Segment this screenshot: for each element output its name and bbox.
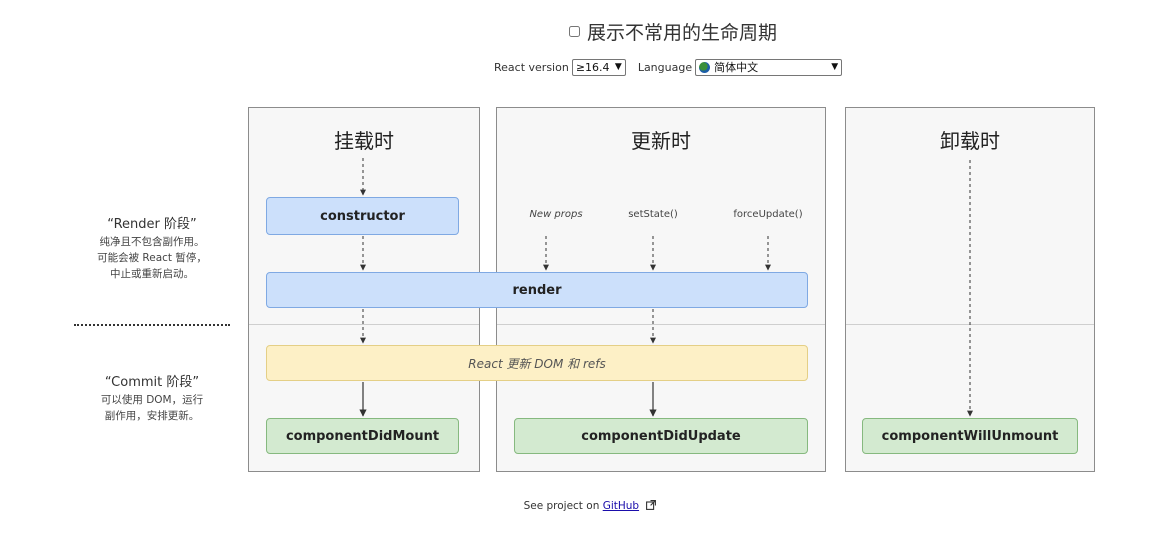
show-less-common-lifecycles-checkbox[interactable] <box>568 26 580 37</box>
mount-column-title: 挂载时 <box>334 129 394 153</box>
component-will-unmount-box[interactable]: componentWillUnmount <box>862 418 1078 454</box>
github-link[interactable]: GitHub <box>603 500 639 512</box>
react-version-value: ≥16.4 <box>575 60 610 74</box>
chevron-down-icon: ▼ <box>831 62 839 72</box>
title-row: 展示不常用的生命周期 <box>0 18 1176 48</box>
page-title: 展示不常用的生命周期 <box>586 22 777 44</box>
unmount-phase-divider <box>846 324 1094 325</box>
mount-phase-divider <box>249 324 479 325</box>
update-column-title: 更新时 <box>631 129 691 153</box>
component-did-mount-box[interactable]: componentDidMount <box>266 418 459 454</box>
constructor-box[interactable]: constructor <box>266 197 459 235</box>
render-phase-line: 纯净且不包含副作用。 <box>99 236 205 248</box>
render-phase-line: 可能会被 React 暂停， <box>97 252 207 264</box>
unmount-column-title: 卸载时 <box>940 129 1000 153</box>
commit-phase-description: 可以使用 DOM，运行 副作用，安排更新。 <box>74 392 230 424</box>
react-version-label: React version <box>494 60 569 74</box>
controls-row: React version ≥16.4 ▼ Language 简体中文 ▼ <box>494 57 843 77</box>
footer: See project on GitHub <box>0 500 1176 513</box>
chevron-down-icon: ▼ <box>614 62 622 72</box>
render-box[interactable]: render <box>266 272 808 308</box>
update-phase-divider <box>497 324 825 325</box>
trigger-new-props: New props <box>529 209 583 220</box>
react-version-select[interactable]: ≥16.4 ▼ <box>571 58 626 76</box>
render-phase-line: 中止或重新启动。 <box>110 268 194 280</box>
react-updates-dom-box[interactable]: React 更新 DOM 和 refs <box>266 345 808 381</box>
language-label: Language <box>637 60 693 74</box>
show-less-common-lifecycles-toggle[interactable]: 展示不常用的生命周期 <box>568 18 777 45</box>
render-phase-description: 纯净且不包含副作用。 可能会被 React 暂停， 中止或重新启动。 <box>74 234 230 282</box>
language-select[interactable]: 简体中文 ▼ <box>695 58 843 76</box>
trigger-set-state: setState() <box>628 209 678 220</box>
external-link-icon[interactable] <box>646 500 657 513</box>
component-did-update-box[interactable]: componentDidUpdate <box>514 418 808 454</box>
commit-phase-line: 可以使用 DOM，运行 <box>100 394 204 406</box>
trigger-force-update: forceUpdate() <box>733 209 803 220</box>
globe-icon <box>699 61 711 73</box>
phase-separator <box>74 324 230 326</box>
language-value: 简体中文 <box>714 61 759 74</box>
commit-phase-line: 副作用，安排更新。 <box>104 410 200 422</box>
footer-prefix: See project on <box>523 500 603 512</box>
render-phase-title: “Render 阶段” <box>107 217 197 232</box>
commit-phase-title: “Commit 阶段” <box>104 375 200 390</box>
